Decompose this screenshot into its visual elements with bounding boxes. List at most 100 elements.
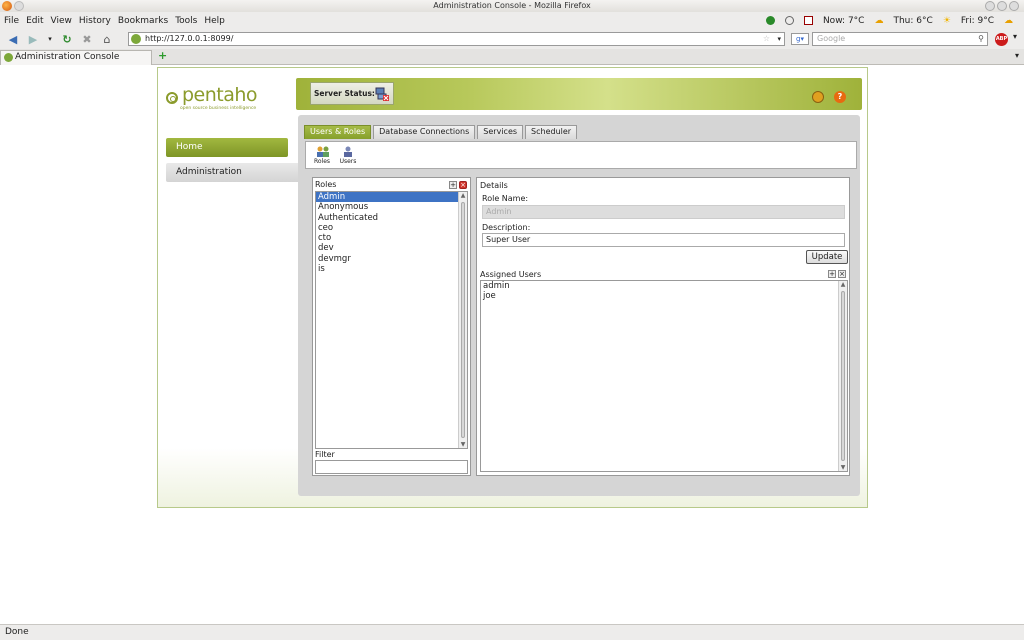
window-menu-icon[interactable] xyxy=(14,1,24,11)
role-item-is[interactable]: is xyxy=(316,264,467,274)
partly-cloudy-icon: ☁ xyxy=(1004,15,1013,26)
menu-bookmarks[interactable]: Bookmarks xyxy=(118,16,168,26)
assigned-user-admin[interactable]: admin xyxy=(481,281,847,291)
users-label: Users xyxy=(339,158,357,165)
details-panel: Details Role Name: Admin Description: Su… xyxy=(476,177,850,476)
status-circle-icon[interactable] xyxy=(784,16,794,25)
assigned-user-joe[interactable]: joe xyxy=(481,291,847,301)
status-text: Done xyxy=(5,627,29,637)
scroll-thumb[interactable] xyxy=(841,291,845,461)
url-bar[interactable]: http://127.0.0.1:8099/ ☆ ▾ xyxy=(128,32,785,46)
pentaho-logo: pentaho open source business intelligenc… xyxy=(166,84,276,114)
user-icon xyxy=(342,146,354,157)
status-green-icon[interactable] xyxy=(765,16,775,25)
window-title: Administration Console - Mozilla Firefox xyxy=(433,1,591,10)
tab-users-roles[interactable]: Users & Roles xyxy=(304,125,372,139)
role-item-dev[interactable]: dev xyxy=(316,243,467,253)
weather-thu: Thu: 6°C xyxy=(893,15,933,26)
menu-file[interactable]: File xyxy=(4,16,19,26)
logo-tagline: open source business intelligence xyxy=(180,106,257,111)
description-field[interactable]: Super User xyxy=(482,233,845,247)
menu-bar: File Edit View History Bookmarks Tools H… xyxy=(0,12,1024,29)
tab-favicon-icon xyxy=(4,53,13,62)
tab-title: Administration Console xyxy=(15,52,120,62)
scroll-down-arrow-icon[interactable]: ▼ xyxy=(839,464,847,471)
weather-fri: Fri: 9°C xyxy=(960,15,994,26)
delete-role-icon[interactable]: × xyxy=(459,181,467,189)
tab-scheduler[interactable]: Scheduler xyxy=(525,125,578,139)
role-item-ceo[interactable]: ceo xyxy=(316,223,467,233)
admin-panel: Users & Roles Database Connections Servi… xyxy=(298,115,860,496)
menu-view[interactable]: View xyxy=(51,16,72,26)
menu-help[interactable]: Help xyxy=(204,16,225,26)
role-item-anonymous[interactable]: Anonymous xyxy=(316,202,467,212)
menu-history[interactable]: History xyxy=(79,16,111,26)
server-status: Server Status: xyxy=(310,82,394,105)
home-icon[interactable]: ⌂ xyxy=(100,32,114,46)
reload-icon[interactable]: ↻ xyxy=(60,32,74,46)
search-placeholder: Google xyxy=(817,34,846,43)
description-value: Super User xyxy=(486,235,531,244)
users-button[interactable]: Users xyxy=(338,146,358,165)
sun-icon: ☀ xyxy=(942,15,951,26)
role-item-admin[interactable]: Admin xyxy=(316,192,467,203)
adblock-icon[interactable]: ABP xyxy=(995,33,1008,46)
role-item-devmgr[interactable]: devmgr xyxy=(316,254,467,264)
history-dropdown-icon[interactable]: ▾ xyxy=(46,32,54,46)
search-icon[interactable]: ⚲ xyxy=(978,33,984,45)
bookmark-star-icon[interactable]: ☆ xyxy=(763,33,770,45)
help-icon[interactable]: ? xyxy=(834,91,846,103)
admin-tabs: Users & Roles Database Connections Servi… xyxy=(304,125,579,139)
navigation-toolbar: ◀ ▶ ▾ ↻ ✖ ⌂ http://127.0.0.1:8099/ ☆ ▾ g… xyxy=(0,29,1024,49)
calendar-icon[interactable] xyxy=(803,16,813,25)
tab-database-connections[interactable]: Database Connections xyxy=(373,125,476,139)
role-name-label: Role Name: xyxy=(482,194,529,203)
server-disconnected-icon[interactable] xyxy=(375,87,389,101)
search-engine-icon[interactable]: g▾ xyxy=(791,33,809,45)
roles-label: Roles xyxy=(313,158,331,165)
filter-input[interactable] xyxy=(315,460,468,474)
firefox-icon xyxy=(2,1,12,11)
refresh-icon[interactable] xyxy=(812,91,824,103)
details-title: Details xyxy=(480,181,508,190)
scroll-up-arrow-icon[interactable]: ▲ xyxy=(839,281,847,288)
menu-tools[interactable]: Tools xyxy=(175,16,197,26)
search-input[interactable]: Google ⚲ xyxy=(812,32,988,46)
new-tab-plus-icon[interactable]: + xyxy=(158,49,167,62)
menu-edit[interactable]: Edit xyxy=(26,16,43,26)
add-user-icon[interactable]: + xyxy=(828,270,836,278)
url-dropdown-icon[interactable]: ▾ xyxy=(777,33,781,45)
tab-list-dropdown-icon[interactable]: ▾ xyxy=(1015,51,1019,60)
logo-text: pentaho xyxy=(182,84,258,106)
roles-list[interactable]: Admin Anonymous Authenticated ceo cto de… xyxy=(315,191,468,449)
scroll-down-arrow-icon[interactable]: ▼ xyxy=(459,441,467,448)
roles-scrollbar[interactable]: ▲ ▼ xyxy=(458,192,467,448)
minimize-button[interactable] xyxy=(985,1,995,11)
nav-home[interactable]: Home xyxy=(166,138,288,157)
browser-tab[interactable]: Administration Console xyxy=(0,50,152,65)
forward-arrow-icon[interactable]: ▶ xyxy=(26,32,40,46)
weather-widget: Now: 7°C ☁ Thu: 6°C ☀ Fri: 9°C ☁ xyxy=(765,12,1020,29)
assigned-users-scrollbar[interactable]: ▲ ▼ xyxy=(838,281,847,471)
tab-services[interactable]: Services xyxy=(477,125,524,139)
adblock-dropdown-icon[interactable]: ▾ xyxy=(1013,32,1017,41)
partly-cloudy-icon: ☁ xyxy=(874,15,884,26)
assigned-users-list[interactable]: admin joe ▲ ▼ xyxy=(480,280,848,472)
update-button[interactable]: Update xyxy=(806,250,848,264)
role-item-cto[interactable]: cto xyxy=(316,233,467,243)
back-arrow-icon[interactable]: ◀ xyxy=(6,32,20,46)
header-bar: Server Status: ? xyxy=(296,78,862,110)
site-favicon-icon xyxy=(131,34,141,44)
role-item-authenticated[interactable]: Authenticated xyxy=(316,213,467,223)
close-window-button[interactable] xyxy=(1009,1,1019,11)
add-role-icon[interactable]: + xyxy=(449,181,457,189)
window-titlebar: Administration Console - Mozilla Firefox xyxy=(0,0,1024,12)
stop-icon[interactable]: ✖ xyxy=(80,32,94,46)
pentaho-swirl-icon xyxy=(166,92,178,104)
roles-button[interactable]: Roles xyxy=(312,146,332,165)
scroll-up-arrow-icon[interactable]: ▲ xyxy=(459,192,467,199)
nav-administration[interactable]: Administration xyxy=(166,163,298,182)
scroll-thumb[interactable] xyxy=(461,202,465,438)
remove-user-icon[interactable]: × xyxy=(838,270,846,278)
maximize-button[interactable] xyxy=(997,1,1007,11)
